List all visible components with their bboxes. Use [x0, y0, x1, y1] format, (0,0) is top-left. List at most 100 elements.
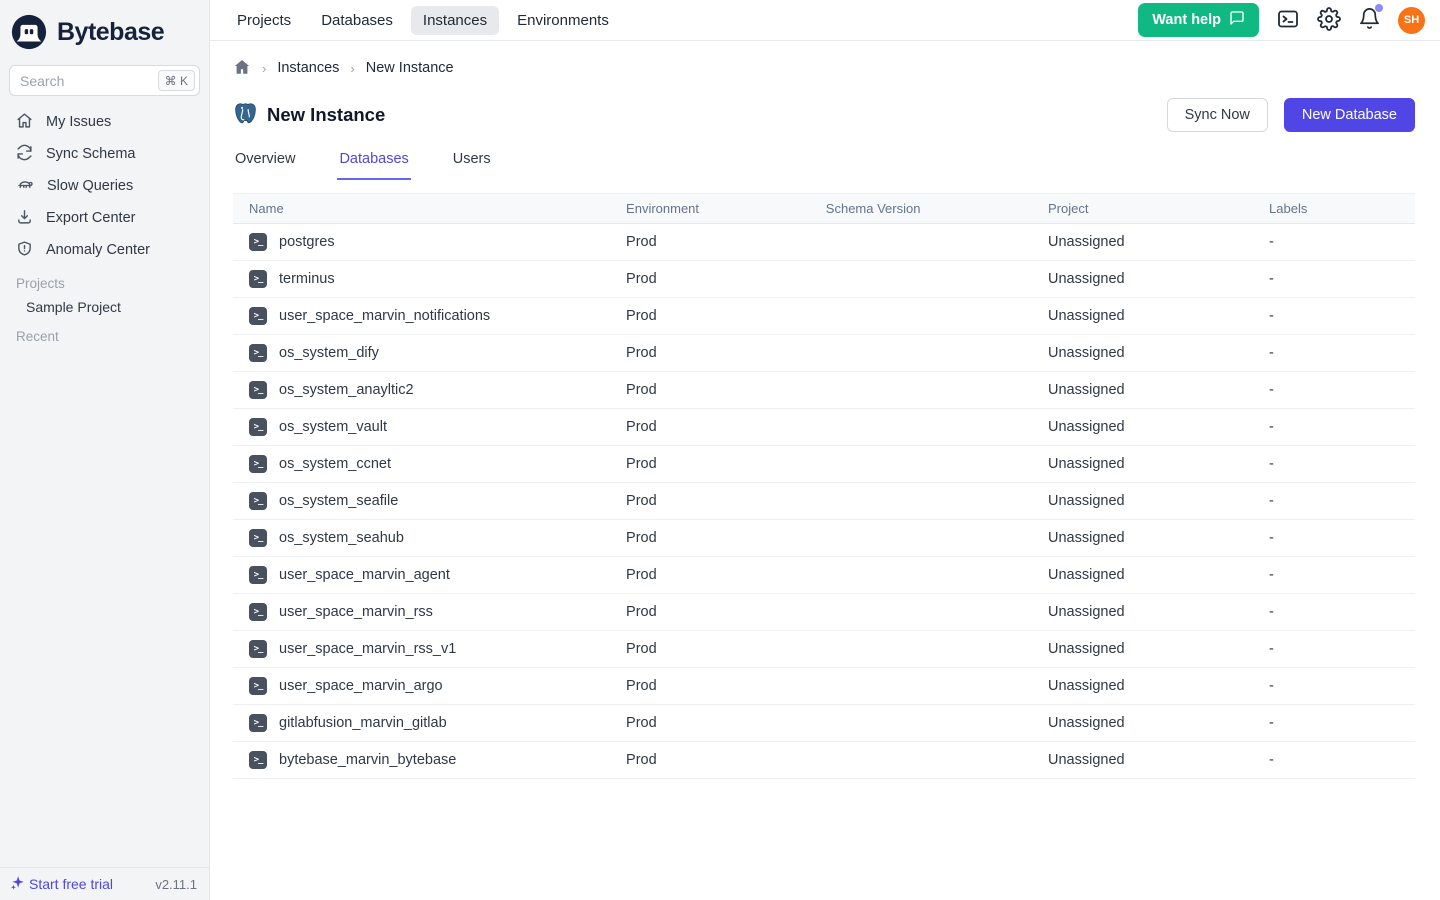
top-nav-projects[interactable]: Projects [225, 6, 303, 35]
table-row[interactable]: >_ os_system_seafile Prod Unassigned - [233, 483, 1415, 520]
sidebar-item-anomaly-center[interactable]: Anomaly Center [0, 234, 209, 266]
column-header-project: Project [1032, 201, 1253, 216]
breadcrumb-instances[interactable]: Instances [277, 60, 339, 76]
database-terminal-icon: >_ [249, 233, 267, 251]
database-project: Unassigned [1032, 567, 1253, 583]
page-header: New Instance Sync Now New Database [233, 97, 1415, 133]
sidebar-item-slow-queries[interactable]: Slow Queries [0, 170, 209, 202]
table-header: Name Environment Schema Version Project … [233, 193, 1415, 224]
breadcrumb: › Instances › New Instance [233, 56, 1415, 80]
page-title: New Instance [267, 104, 385, 126]
shield-icon [16, 240, 33, 261]
app-window: Bytebase ⌘ K My Issues Sync Schema [0, 0, 1440, 900]
column-header-name: Name [233, 201, 610, 216]
table-row[interactable]: >_ os_system_seahub Prod Unassigned - [233, 520, 1415, 557]
database-name[interactable]: user_space_marvin_rss [279, 604, 433, 620]
brand[interactable]: Bytebase [0, 0, 209, 59]
database-name[interactable]: user_space_marvin_agent [279, 567, 450, 583]
database-name[interactable]: os_system_seahub [279, 530, 404, 546]
database-name[interactable]: user_space_marvin_argo [279, 678, 443, 694]
database-labels: - [1253, 567, 1415, 583]
gear-icon [1317, 7, 1341, 34]
search-shortcut-badge: ⌘ K [158, 70, 195, 91]
start-free-trial-link[interactable]: Start free trial [10, 875, 113, 893]
database-labels: - [1253, 271, 1415, 287]
database-environment: Prod [610, 419, 810, 435]
database-environment: Prod [610, 567, 810, 583]
top-nav-environments[interactable]: Environments [505, 6, 621, 35]
tab-users[interactable]: Users [451, 145, 493, 180]
sidebar-item-export-center[interactable]: Export Center [0, 202, 209, 234]
table-row[interactable]: >_ postgres Prod Unassigned - [233, 224, 1415, 261]
notification-dot [1375, 4, 1383, 12]
database-name[interactable]: os_system_ccnet [279, 456, 391, 472]
avatar[interactable]: SH [1398, 7, 1425, 34]
table-row[interactable]: >_ os_system_anayltic2 Prod Unassigned - [233, 372, 1415, 409]
sidebar-item-sync-schema[interactable]: Sync Schema [0, 138, 209, 170]
tab-databases[interactable]: Databases [337, 145, 410, 180]
database-name[interactable]: bytebase_marvin_bytebase [279, 752, 456, 768]
sidebar-item-sample-project[interactable]: Sample Project [0, 295, 209, 319]
database-labels: - [1253, 234, 1415, 250]
database-project: Unassigned [1032, 271, 1253, 287]
download-icon [16, 208, 33, 229]
bytebase-logo-icon [10, 13, 48, 51]
tab-bar: Overview Databases Users [233, 145, 1415, 180]
sidebar-item-my-issues[interactable]: My Issues [0, 106, 209, 138]
home-icon [233, 58, 251, 79]
top-nav-instances[interactable]: Instances [411, 6, 499, 35]
database-labels: - [1253, 678, 1415, 694]
database-terminal-icon: >_ [249, 270, 267, 288]
database-name[interactable]: os_system_vault [279, 419, 387, 435]
databases-table: Name Environment Schema Version Project … [233, 193, 1415, 779]
database-environment: Prod [610, 271, 810, 287]
sidebar-section-recent: Recent [0, 319, 209, 348]
table-row[interactable]: >_ user_space_marvin_agent Prod Unassign… [233, 557, 1415, 594]
new-database-button[interactable]: New Database [1284, 98, 1415, 132]
table-row[interactable]: >_ user_space_marvin_argo Prod Unassigne… [233, 668, 1415, 705]
database-terminal-icon: >_ [249, 603, 267, 621]
database-project: Unassigned [1032, 604, 1253, 620]
database-name[interactable]: os_system_dify [279, 345, 379, 361]
table-row[interactable]: >_ user_space_marvin_notifications Prod … [233, 298, 1415, 335]
database-environment: Prod [610, 678, 810, 694]
sync-now-button[interactable]: Sync Now [1167, 98, 1268, 132]
table-row[interactable]: >_ user_space_marvin_rss_v1 Prod Unassig… [233, 631, 1415, 668]
database-name[interactable]: user_space_marvin_notifications [279, 308, 490, 324]
database-environment: Prod [610, 715, 810, 731]
want-help-button[interactable]: Want help [1138, 3, 1259, 37]
table-row[interactable]: >_ bytebase_marvin_bytebase Prod Unassig… [233, 742, 1415, 779]
settings-button[interactable] [1317, 7, 1341, 34]
sparkle-icon [10, 875, 25, 893]
table-row[interactable]: >_ os_system_dify Prod Unassigned - [233, 335, 1415, 372]
database-name[interactable]: postgres [279, 234, 335, 250]
database-labels: - [1253, 530, 1415, 546]
database-project: Unassigned [1032, 715, 1253, 731]
database-labels: - [1253, 752, 1415, 768]
database-name[interactable]: user_space_marvin_rss_v1 [279, 641, 456, 657]
table-row[interactable]: >_ os_system_ccnet Prod Unassigned - [233, 446, 1415, 483]
page-content: › Instances › New Instance New Ins [210, 41, 1440, 900]
tab-overview[interactable]: Overview [233, 145, 297, 180]
database-name[interactable]: gitlabfusion_marvin_gitlab [279, 715, 447, 731]
table-row[interactable]: >_ terminus Prod Unassigned - [233, 261, 1415, 298]
top-nav-databases[interactable]: Databases [309, 6, 405, 35]
table-row[interactable]: >_ os_system_vault Prod Unassigned - [233, 409, 1415, 446]
notifications-button[interactable] [1358, 7, 1381, 33]
database-labels: - [1253, 715, 1415, 731]
home-icon [16, 112, 33, 133]
database-environment: Prod [610, 752, 810, 768]
breadcrumb-home[interactable] [233, 58, 251, 79]
database-name[interactable]: terminus [279, 271, 335, 287]
sidebar-menu: My Issues Sync Schema Slow Queries Expor… [0, 106, 209, 867]
sidebar-item-label: Anomaly Center [46, 242, 150, 258]
database-name[interactable]: os_system_seafile [279, 493, 398, 509]
table-body: >_ postgres Prod Unassigned - >_ terminu… [233, 224, 1415, 779]
table-row[interactable]: >_ gitlabfusion_marvin_gitlab Prod Unass… [233, 705, 1415, 742]
database-labels: - [1253, 419, 1415, 435]
database-name[interactable]: os_system_anayltic2 [279, 382, 414, 398]
database-project: Unassigned [1032, 382, 1253, 398]
database-environment: Prod [610, 345, 810, 361]
table-row[interactable]: >_ user_space_marvin_rss Prod Unassigned… [233, 594, 1415, 631]
sql-editor-button[interactable] [1276, 7, 1300, 34]
